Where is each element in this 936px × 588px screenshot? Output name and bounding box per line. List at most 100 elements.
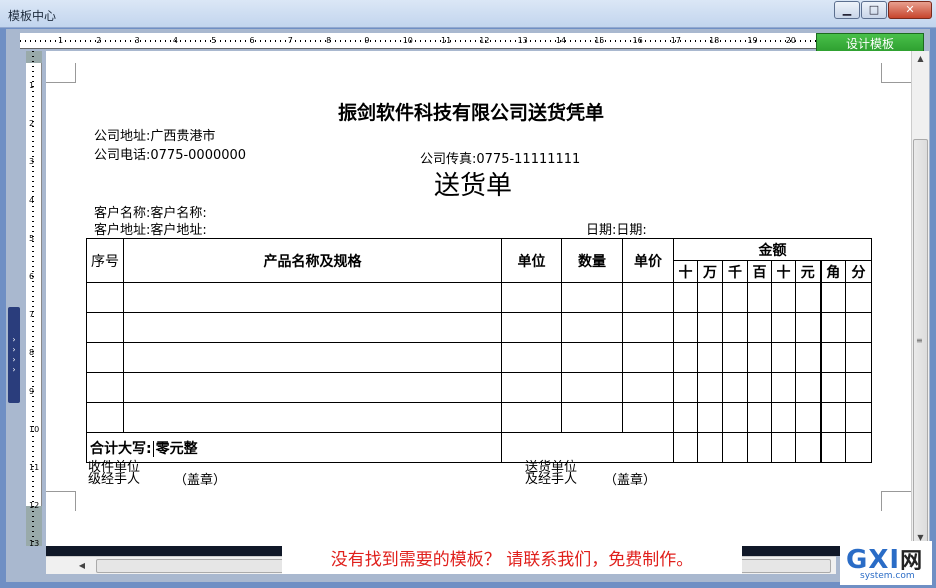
table-cell[interactable] bbox=[622, 282, 674, 313]
table-cell[interactable] bbox=[123, 312, 502, 343]
table-cell[interactable] bbox=[795, 312, 822, 343]
side-panel-toggle[interactable]: › › › › bbox=[8, 307, 20, 403]
table-cell[interactable] bbox=[845, 282, 872, 313]
table-cell[interactable] bbox=[622, 402, 674, 433]
table-cell[interactable] bbox=[820, 402, 846, 433]
scroll-up-icon[interactable]: ▲ bbox=[912, 51, 929, 67]
table-cell[interactable] bbox=[747, 402, 772, 433]
table-cell[interactable] bbox=[722, 372, 748, 403]
table-cell[interactable] bbox=[622, 312, 674, 343]
table-cell[interactable] bbox=[795, 402, 822, 433]
table-cell[interactable] bbox=[820, 312, 846, 343]
amount-unit: 百 bbox=[747, 260, 772, 283]
ruler-tick: 6 bbox=[249, 36, 255, 45]
table-cell[interactable] bbox=[820, 282, 846, 313]
total-cell bbox=[673, 432, 698, 463]
table-row bbox=[86, 282, 872, 313]
table-cell[interactable] bbox=[673, 282, 698, 313]
table-cell[interactable] bbox=[501, 402, 562, 433]
site-watermark: GXI网 system.com bbox=[840, 541, 932, 585]
table-cell[interactable] bbox=[123, 282, 502, 313]
table-cell[interactable] bbox=[86, 342, 124, 373]
table-cell[interactable] bbox=[795, 282, 822, 313]
company-phone: 公司电话:0775-0000000 bbox=[94, 148, 247, 163]
table-cell[interactable] bbox=[561, 372, 623, 403]
table-cell[interactable] bbox=[86, 372, 124, 403]
table-cell[interactable] bbox=[561, 312, 623, 343]
ruler-tick: 10 bbox=[402, 36, 413, 45]
table-cell[interactable] bbox=[722, 402, 748, 433]
table-cell[interactable] bbox=[123, 342, 502, 373]
table-cell[interactable] bbox=[771, 342, 796, 373]
vertical-scrollbar[interactable]: ▲ ≡ ▼ bbox=[911, 51, 929, 546]
minimize-button[interactable]: ▁ bbox=[834, 1, 860, 19]
table-cell[interactable] bbox=[673, 372, 698, 403]
table-cell[interactable] bbox=[795, 342, 822, 373]
ruler-tick: 2 bbox=[96, 36, 102, 45]
maximize-icon: □ bbox=[868, 3, 880, 16]
table-cell[interactable] bbox=[845, 372, 872, 403]
table-cell[interactable] bbox=[722, 342, 748, 373]
table-cell[interactable] bbox=[697, 372, 723, 403]
ruler-tick: 20 bbox=[785, 36, 796, 45]
table-cell[interactable] bbox=[673, 342, 698, 373]
total-blank bbox=[501, 432, 674, 463]
total-row: 合计大写: 零元整 bbox=[86, 432, 502, 463]
table-cell[interactable] bbox=[86, 282, 124, 313]
document-title: 振剑软件科技有限公司送货凭单 bbox=[337, 102, 604, 124]
table-cell[interactable] bbox=[845, 312, 872, 343]
table-cell[interactable] bbox=[747, 342, 772, 373]
table-cell[interactable] bbox=[795, 372, 822, 403]
promo-banner[interactable]: 没有找到需要的模板？ 请联系我们，免费制作。 bbox=[282, 546, 742, 574]
amount-unit: 分 bbox=[845, 260, 872, 283]
table-cell[interactable] bbox=[561, 282, 623, 313]
table-cell[interactable] bbox=[123, 402, 502, 433]
table-cell[interactable] bbox=[622, 372, 674, 403]
table-cell[interactable] bbox=[845, 342, 872, 373]
table-cell[interactable] bbox=[697, 342, 723, 373]
table-cell[interactable] bbox=[123, 372, 502, 403]
maximize-button[interactable]: □ bbox=[861, 1, 887, 19]
table-cell[interactable] bbox=[697, 282, 723, 313]
ruler-tick: 3 bbox=[134, 36, 140, 45]
table-cell[interactable] bbox=[673, 402, 698, 433]
ruler-tick: 13 bbox=[517, 36, 528, 45]
table-cell[interactable] bbox=[845, 402, 872, 433]
table-cell[interactable] bbox=[622, 342, 674, 373]
sender-label: 送货单位 及经手人 bbox=[525, 461, 577, 486]
table-cell[interactable] bbox=[501, 342, 562, 373]
table-cell[interactable] bbox=[771, 282, 796, 313]
table-cell[interactable] bbox=[747, 372, 772, 403]
table-cell[interactable] bbox=[86, 312, 124, 343]
close-button[interactable]: ✕ bbox=[888, 1, 932, 19]
scroll-left-icon[interactable]: ◀ bbox=[74, 558, 90, 574]
ruler-tick: 19 bbox=[747, 36, 758, 45]
header-price: 单价 bbox=[622, 238, 674, 283]
table-cell[interactable] bbox=[673, 312, 698, 343]
table-cell[interactable] bbox=[501, 312, 562, 343]
table-row bbox=[86, 402, 872, 433]
table-cell[interactable] bbox=[771, 372, 796, 403]
table-cell[interactable] bbox=[771, 402, 796, 433]
table-cell[interactable] bbox=[697, 312, 723, 343]
table-cell[interactable] bbox=[722, 282, 748, 313]
table-cell[interactable] bbox=[86, 402, 124, 433]
table-cell[interactable] bbox=[561, 402, 623, 433]
table-cell[interactable] bbox=[501, 282, 562, 313]
table-cell[interactable] bbox=[820, 342, 846, 373]
ruler-tick: 5 bbox=[29, 233, 35, 243]
table-cell[interactable] bbox=[722, 312, 748, 343]
table-cell[interactable] bbox=[747, 282, 772, 313]
page-corner-mark bbox=[46, 63, 76, 83]
table-cell[interactable] bbox=[820, 372, 846, 403]
table-cell[interactable] bbox=[747, 312, 772, 343]
vertical-ruler: 1 2 3 4 5 6 7 8 9 10 11 12 13 bbox=[26, 51, 42, 549]
table-cell[interactable] bbox=[771, 312, 796, 343]
table-cell[interactable] bbox=[697, 402, 723, 433]
table-cell[interactable] bbox=[561, 342, 623, 373]
total-cell bbox=[697, 432, 723, 463]
ruler-tick: 13 bbox=[29, 539, 40, 549]
table-cell[interactable] bbox=[501, 372, 562, 403]
page-corner-mark bbox=[46, 491, 76, 511]
table-row bbox=[86, 372, 872, 403]
